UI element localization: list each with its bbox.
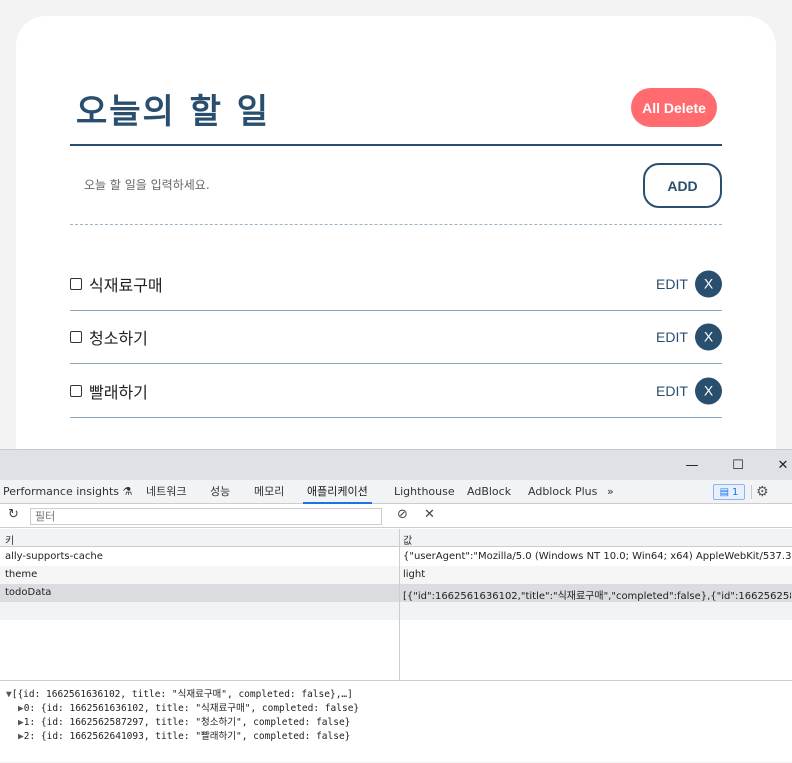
tab-performance-insights[interactable]: Performance insights ⚗ [3,480,132,504]
todo-item: 식재료구매 EDIT X [70,257,722,311]
storage-table: 키 값 ally-supports-cache {"userAgent":"Mo… [0,529,792,681]
tab-performance[interactable]: 성능 [210,480,230,504]
app-area: 오늘의 할 일 All Delete ADD 식재료구매 EDIT X 청소하기… [0,0,792,449]
table-empty-row [0,602,792,620]
issues-count: 1 [732,486,739,498]
todo-checkbox[interactable] [70,330,82,343]
todo-checkbox[interactable] [70,277,82,290]
more-tabs-icon[interactable]: » [607,480,614,504]
preview-item-text: 1: {id: 1662562587297, title: "청소하기", co… [23,717,351,728]
row-value: light [403,569,426,580]
storage-filter-bar: ↻ ⊘ ✕ [0,505,792,528]
tab-application[interactable]: 애플리케이션 [303,480,372,504]
delete-button[interactable]: X [695,270,722,297]
preview-item-text: 0: {id: 1662561636102, title: "식재료구매", c… [23,703,360,714]
refresh-icon[interactable]: ↻ [8,507,19,522]
row-value: {"userAgent":"Mozilla/5.0 (Windows NT 10… [403,551,791,562]
table-row-selected[interactable]: todoData [{"id":1662561636102,"title":"식… [0,584,792,602]
preview-item[interactable]: ▶0: {id: 1662561636102, title: "식재료구매", … [18,700,359,714]
tab-adblock-plus[interactable]: Adblock Plus [528,480,597,504]
devtools-panel: — ☐ ✕ Performance insights ⚗ 네트워크 성능 메모리… [0,449,792,762]
table-row[interactable]: theme light [0,566,792,584]
edit-button[interactable]: EDIT [656,383,688,399]
all-delete-button[interactable]: All Delete [631,88,717,127]
tab-adblock[interactable]: AdBlock [467,480,511,504]
issues-badge[interactable]: ▤ 1 [713,484,745,500]
row-key: ally-supports-cache [5,551,103,562]
value-column-header[interactable]: 값 [403,532,412,547]
add-button[interactable]: ADD [643,163,722,208]
todo-title: 청소하기 [89,328,148,348]
page-title: 오늘의 할 일 [76,92,271,132]
todo-checkbox[interactable] [70,384,82,397]
toolbar-divider [751,485,752,499]
todo-item: 청소하기 EDIT X [70,310,722,364]
clear-all-icon[interactable]: ⊘ [397,507,408,522]
maximize-icon[interactable]: ☐ [715,450,761,480]
key-column-header[interactable]: 키 [5,532,14,547]
window-title-bar: — ☐ ✕ [0,450,792,480]
delete-button[interactable]: X [695,377,722,404]
tab-memory[interactable]: 메모리 [254,480,284,504]
todo-title: 빨래하기 [89,382,148,402]
preview-summary: [{id: 1662561636102, title: "식재료구매", com… [11,689,353,700]
delete-button[interactable]: X [695,323,722,350]
preview-item[interactable]: ▶1: {id: 1662562587297, title: "청소하기", c… [18,714,350,728]
edit-button[interactable]: EDIT [656,329,688,345]
filter-input[interactable] [30,508,382,525]
preview-item-text: 2: {id: 1662562641093, title: "빨래하기", co… [23,731,351,742]
tab-network[interactable]: 네트워크 [146,480,186,504]
row-key: todoData [5,587,52,598]
preview-root[interactable]: ▼[{id: 1662561636102, title: "식재료구매", co… [6,686,353,700]
row-key: theme [5,569,38,580]
value-preview: ▼[{id: 1662561636102, title: "식재료구매", co… [0,684,792,763]
edit-button[interactable]: EDIT [656,276,688,292]
minimize-icon[interactable]: — [669,450,715,480]
message-icon: ▤ [719,486,730,498]
todo-item: 빨래하기 EDIT X [70,364,722,418]
delete-selected-icon[interactable]: ✕ [424,507,435,522]
row-value: [{"id":1662561636102,"title":"식재료구매","co… [403,591,791,602]
input-divider [70,224,722,225]
table-header: 키 값 [0,529,792,547]
todo-input[interactable] [70,170,610,200]
close-window-icon[interactable]: ✕ [760,450,792,480]
column-divider[interactable] [399,529,400,681]
devtools-tab-bar: Performance insights ⚗ 네트워크 성능 메모리 애플리케이… [0,480,792,504]
gear-icon[interactable]: ⚙ [756,480,769,504]
table-row[interactable]: ally-supports-cache {"userAgent":"Mozill… [0,548,792,566]
preview-item[interactable]: ▶2: {id: 1662562641093, title: "빨래하기", c… [18,728,350,742]
title-divider [70,144,722,146]
todo-title: 식재료구매 [89,275,163,295]
tab-lighthouse[interactable]: Lighthouse [394,480,455,504]
